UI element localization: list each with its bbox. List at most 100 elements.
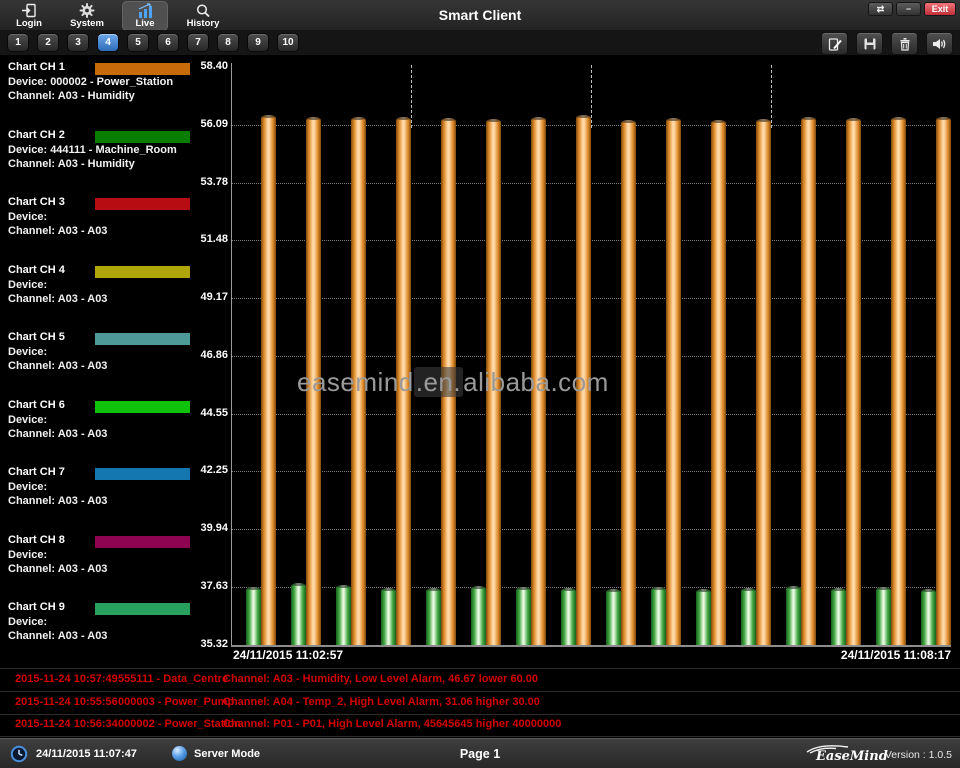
bar-ch1-10 — [666, 118, 681, 645]
bar-ch1-13 — [801, 117, 816, 645]
bar-ch2-4 — [381, 588, 396, 645]
bar-ch2-12 — [741, 588, 756, 645]
bar-ch1-11 — [711, 120, 726, 645]
bar-ch1-1 — [261, 115, 276, 645]
h-gridline — [231, 183, 951, 184]
y-tick-label: 42.25 — [160, 464, 228, 476]
live-chart-area: Chart CH 1 Device: 000002 - Power_Station… — [0, 55, 960, 668]
window-controls: ⇄ − Exit — [868, 2, 956, 16]
alarm-time: 2015-11-24 10:56:34 — [15, 718, 118, 730]
page-tab-1[interactable]: 1 — [7, 33, 29, 52]
bar-ch2-1 — [246, 587, 261, 645]
y-tick-label: 39.94 — [160, 522, 228, 534]
title-bar: Login System — [0, 0, 960, 30]
exit-button[interactable]: Exit — [924, 2, 956, 16]
bar-ch1-16 — [936, 117, 951, 645]
y-axis-line — [231, 63, 232, 646]
legend-channel-line: Channel: A03 - Humidity — [8, 90, 135, 102]
legend-device-line: Device: — [8, 549, 47, 561]
alarm-row-2[interactable]: 2015-11-24 10:55:56000003 - Power_PumpCh… — [0, 692, 960, 715]
bar-ch2-9 — [606, 589, 621, 645]
version-label: Version : 1.0.5 — [885, 749, 952, 761]
page-tab-2[interactable]: 2 — [37, 33, 59, 52]
legend-item-ch5: Chart CH 5Device:Channel: A03 - A03 — [0, 331, 230, 391]
alarm-message: Channel: A04 - Temp_2, High Level Alarm,… — [223, 696, 540, 708]
legend-channel-line: Channel: A03 - A03 — [8, 495, 107, 507]
edit-button[interactable] — [821, 32, 848, 55]
legend-item-ch9: Chart CH 9Device:Channel: A03 - A03 — [0, 601, 230, 661]
alarm-device: 555111 - Data_Centre — [118, 673, 228, 685]
minimize-button[interactable]: − — [896, 2, 921, 16]
alarm-row-1[interactable]: 2015-11-24 10:57:49555111 - Data_CentreC… — [0, 669, 960, 692]
h-gridline — [231, 298, 951, 299]
y-tick-label: 58.40 — [160, 60, 228, 72]
speaker-icon — [932, 37, 947, 51]
page-tab-5[interactable]: 5 — [127, 33, 149, 52]
legend-device-line: Device: 000002 - Power_Station — [8, 76, 173, 88]
legend-device-line: Device: — [8, 346, 47, 358]
bar-ch2-2 — [291, 583, 306, 645]
y-tick-label: 49.17 — [160, 291, 228, 303]
page-tab-9[interactable]: 9 — [247, 33, 269, 52]
time-guide-line — [771, 65, 772, 128]
y-tick-label: 37.63 — [160, 580, 228, 592]
bar-ch2-11 — [696, 589, 711, 645]
minimize-icon: − — [906, 4, 911, 14]
legend-device-line: Device: — [8, 616, 47, 628]
x-axis-line — [231, 645, 951, 647]
legend-device-line: Device: — [8, 414, 47, 426]
alarm-row-3[interactable]: 2015-11-24 10:56:34000002 - Power_Statio… — [0, 714, 960, 737]
y-tick-label: 35.32 — [160, 638, 228, 650]
h-gridline — [231, 240, 951, 241]
legend-color-chip — [95, 266, 190, 278]
legend-channel-name: Chart CH 5 — [8, 331, 65, 343]
legend-channel-name: Chart CH 2 — [8, 129, 65, 141]
legend-channel-line: Channel: A03 - Humidity — [8, 158, 135, 170]
legend-color-chip — [95, 603, 190, 615]
h-gridline — [231, 414, 951, 415]
edit-pencil-icon — [828, 37, 842, 51]
page-tab-10[interactable]: 10 — [277, 33, 299, 52]
page-tab-4[interactable]: 4 — [97, 33, 119, 52]
delete-button[interactable] — [891, 32, 918, 55]
y-tick-label: 46.86 — [160, 349, 228, 361]
bar-ch1-12 — [756, 119, 771, 645]
trash-icon — [898, 37, 912, 51]
alarm-time: 2015-11-24 10:55:56 — [15, 696, 118, 708]
page-tab-8[interactable]: 8 — [217, 33, 239, 52]
h-gridline — [231, 529, 951, 530]
legend-channel-line: Channel: A03 - A03 — [8, 563, 107, 575]
status-bar: 24/11/2015 11:07:47 Server Mode Page 1 E… — [0, 738, 960, 768]
y-tick-label: 53.78 — [160, 176, 228, 188]
legend-channel-line: Channel: A03 - A03 — [8, 428, 107, 440]
legend-channel-name: Chart CH 3 — [8, 196, 65, 208]
legend-color-chip — [95, 198, 190, 210]
bar-ch2-10 — [651, 587, 666, 645]
h-gridline — [231, 356, 951, 357]
legend-device-line: Device: — [8, 481, 47, 493]
bar-ch1-14 — [846, 118, 861, 645]
legend-channel-line: Channel: A03 - A03 — [8, 630, 107, 642]
bar-ch2-13 — [786, 586, 801, 645]
page-tab-7[interactable]: 7 — [187, 33, 209, 52]
bar-ch2-3 — [336, 585, 351, 645]
page-tab-3[interactable]: 3 — [67, 33, 89, 52]
restore-button[interactable]: ⇄ — [868, 2, 893, 16]
legend-channel-name: Chart CH 1 — [8, 61, 65, 73]
h-gridline — [231, 471, 951, 472]
page-tab-6[interactable]: 6 — [157, 33, 179, 52]
restore-icon: ⇄ — [877, 4, 885, 14]
sound-button[interactable] — [926, 32, 953, 55]
alarm-list: 2015-11-24 10:57:49555111 - Data_Centre C… — [0, 668, 960, 739]
time-guide-line — [591, 65, 592, 128]
legend-channel-line: Channel: A03 - A03 — [8, 225, 107, 237]
legend-color-chip — [95, 333, 190, 345]
alarm-time: 2015-11-24 10:57:49 — [15, 673, 118, 685]
legend-item-ch3: Chart CH 3 Device: Channel: A03 - A03 — [0, 196, 230, 256]
y-tick-label: 44.55 — [160, 407, 228, 419]
legend-channel-line: Channel: A03 - A03 — [8, 293, 107, 305]
alarm-device: 000003 - Power_Pump — [118, 696, 234, 708]
legend-device-line: Device: — [8, 211, 47, 223]
save-button[interactable] — [856, 32, 883, 55]
legend-channel-name: Chart CH 4 — [8, 264, 65, 276]
